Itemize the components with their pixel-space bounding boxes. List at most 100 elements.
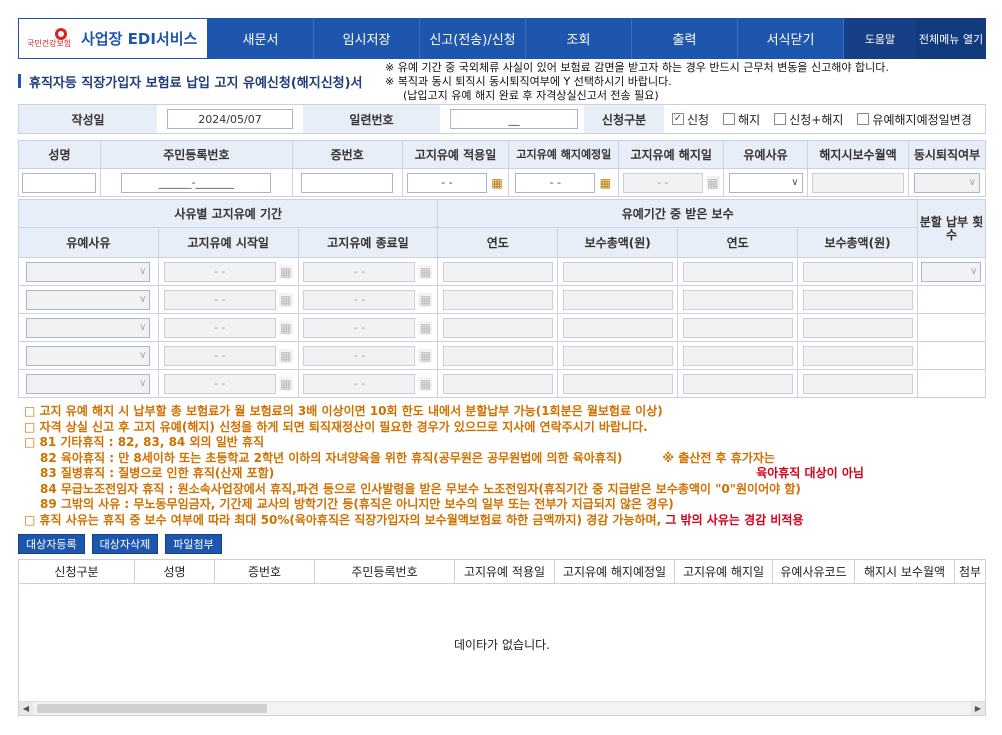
serial-field[interactable]: __	[450, 109, 578, 129]
nav-temp-save[interactable]: 임시저장	[314, 18, 420, 59]
horizontal-scrollbar[interactable]: ◀ ▶	[19, 701, 985, 715]
calendar-icon[interactable]: ▦	[705, 175, 720, 190]
scroll-left-icon[interactable]: ◀	[19, 702, 33, 715]
start-date-input[interactable]: - -	[163, 289, 276, 310]
calendar-icon[interactable]: ▦	[598, 176, 612, 190]
year-input[interactable]	[682, 261, 793, 282]
period-row: ∨ - - ▦ - - ▦	[18, 313, 987, 342]
res-col-cancel-salary[interactable]: 해지시 보수월액	[855, 560, 955, 583]
calendar-icon[interactable]: ▦	[278, 264, 293, 279]
calendar-icon[interactable]: ▦	[418, 292, 433, 307]
name-input[interactable]	[22, 172, 97, 193]
option-apply-cancel[interactable]: 신청+해지	[774, 111, 843, 128]
defer-reason-select[interactable]: ∨	[26, 261, 151, 282]
card-no-input[interactable]	[301, 172, 394, 193]
scroll-thumb[interactable]	[37, 704, 267, 713]
nav-submit[interactable]: 신고(전송)/신청	[420, 18, 526, 59]
salary-total-input[interactable]	[562, 345, 673, 366]
planned-cancel-date-input[interactable]: - -	[515, 172, 596, 193]
salary-total-input[interactable]	[802, 261, 913, 282]
period-row: ∨ - - ▦ - - ▦	[18, 369, 987, 398]
calendar-icon[interactable]: ▦	[418, 376, 433, 391]
res-col-type[interactable]: 신청구분	[19, 560, 135, 583]
reason-select[interactable]: ∨	[728, 172, 803, 193]
calendar-icon[interactable]: ▦	[278, 292, 293, 307]
end-date-input[interactable]: - -	[303, 317, 416, 338]
year-input[interactable]	[442, 373, 553, 394]
res-col-attach[interactable]: 첨부	[955, 560, 985, 583]
apply-date-input[interactable]: - -	[407, 172, 488, 193]
salary-total-input[interactable]	[802, 317, 913, 338]
start-date-input[interactable]: - -	[163, 317, 276, 338]
option-apply[interactable]: ✓ 신청	[672, 111, 709, 128]
start-date-input[interactable]: - -	[163, 373, 276, 394]
checkbox-icon[interactable]	[857, 113, 870, 125]
defer-reason-select[interactable]: ∨	[26, 345, 151, 366]
nav-new-doc[interactable]: 새문서	[208, 18, 314, 59]
res-col-reason-code[interactable]: 유예사유코드	[773, 560, 855, 583]
calendar-icon[interactable]: ▦	[418, 320, 433, 335]
attach-file-button[interactable]: 파일첨부	[165, 534, 222, 554]
calendar-icon[interactable]: ▦	[278, 348, 293, 363]
all-menu-button[interactable]: 전체메뉴 열기	[916, 18, 986, 59]
salary-total-input[interactable]	[562, 373, 673, 394]
year-input[interactable]	[682, 317, 793, 338]
calendar-icon[interactable]: ▦	[418, 264, 433, 279]
res-col-rrn[interactable]: 주민등록번호	[315, 560, 455, 583]
defer-reason-select[interactable]: ∨	[26, 289, 151, 310]
period-row: ∨ - - ▦ - - ▦	[18, 285, 987, 314]
info-note-red: 그 밖의 사유는 경감 비적용	[665, 512, 804, 527]
end-date-input[interactable]: - -	[303, 345, 416, 366]
calendar-icon[interactable]: ▦	[418, 348, 433, 363]
end-date-input[interactable]: - -	[303, 289, 416, 310]
year-input[interactable]	[442, 317, 553, 338]
defer-reason-select[interactable]: ∨	[26, 373, 151, 394]
year-input[interactable]	[682, 289, 793, 310]
end-date-input[interactable]: - -	[303, 373, 416, 394]
option-change-date[interactable]: 유예해지예정일변경	[857, 111, 972, 128]
checkbox-icon[interactable]	[723, 113, 736, 125]
checkbox-icon[interactable]	[774, 113, 787, 125]
salary-total-input[interactable]	[562, 317, 673, 338]
res-col-cancel-date[interactable]: 고지유예 해지일	[675, 560, 773, 583]
nav-close-form[interactable]: 서식닫기	[738, 18, 844, 59]
year-input[interactable]	[442, 289, 553, 310]
res-col-name[interactable]: 성명	[135, 560, 215, 583]
calendar-icon[interactable]: ▦	[490, 176, 504, 190]
serial-label: 일련번호	[303, 105, 440, 133]
calendar-icon[interactable]: ▦	[278, 320, 293, 335]
res-col-card-no[interactable]: 증번호	[215, 560, 315, 583]
rrn-input[interactable]: ______-_______	[121, 172, 272, 193]
salary-total-input[interactable]	[562, 289, 673, 310]
nav-print[interactable]: 출력	[632, 18, 738, 59]
defer-reason-select[interactable]: ∨	[26, 317, 151, 338]
scroll-right-icon[interactable]: ▶	[971, 702, 985, 715]
year-input[interactable]	[442, 345, 553, 366]
year-input[interactable]	[682, 373, 793, 394]
salary-total-input[interactable]	[802, 373, 913, 394]
split-count-select[interactable]: ∨	[921, 261, 982, 282]
nav-inquiry[interactable]: 조회	[526, 18, 632, 59]
year-input[interactable]	[682, 345, 793, 366]
retire-flag-select[interactable]: ∨	[914, 172, 980, 193]
salary-total-input[interactable]	[802, 289, 913, 310]
start-date-input[interactable]: - -	[163, 345, 276, 366]
salary-total-input[interactable]	[802, 345, 913, 366]
title-bar: 휴직자등 직장가입자 보험료 납입 고지 유예신청(해지신청)서	[18, 70, 388, 92]
delete-target-button[interactable]: 대상자삭제	[91, 534, 159, 554]
start-date-input[interactable]: - -	[163, 261, 276, 282]
calendar-icon[interactable]: ▦	[278, 376, 293, 391]
col-apply-date: 고지유예 적용일	[401, 140, 510, 169]
year-input[interactable]	[442, 261, 553, 282]
option-cancel[interactable]: 해지	[723, 111, 760, 128]
help-button[interactable]: 도움말	[844, 18, 916, 59]
res-col-planned-cancel[interactable]: 고지유예 해지예정일	[555, 560, 675, 583]
res-col-apply-date[interactable]: 고지유예 적용일	[455, 560, 555, 583]
checkbox-checked-icon[interactable]: ✓	[672, 113, 684, 125]
end-date-input[interactable]: - -	[303, 261, 416, 282]
register-target-button[interactable]: 대상자등록	[18, 534, 85, 554]
cancel-salary-input[interactable]	[812, 172, 905, 193]
salary-total-input[interactable]	[562, 261, 673, 282]
cancel-date-input[interactable]: - -	[622, 172, 703, 193]
author-date-field[interactable]: 2024/05/07	[167, 109, 293, 129]
